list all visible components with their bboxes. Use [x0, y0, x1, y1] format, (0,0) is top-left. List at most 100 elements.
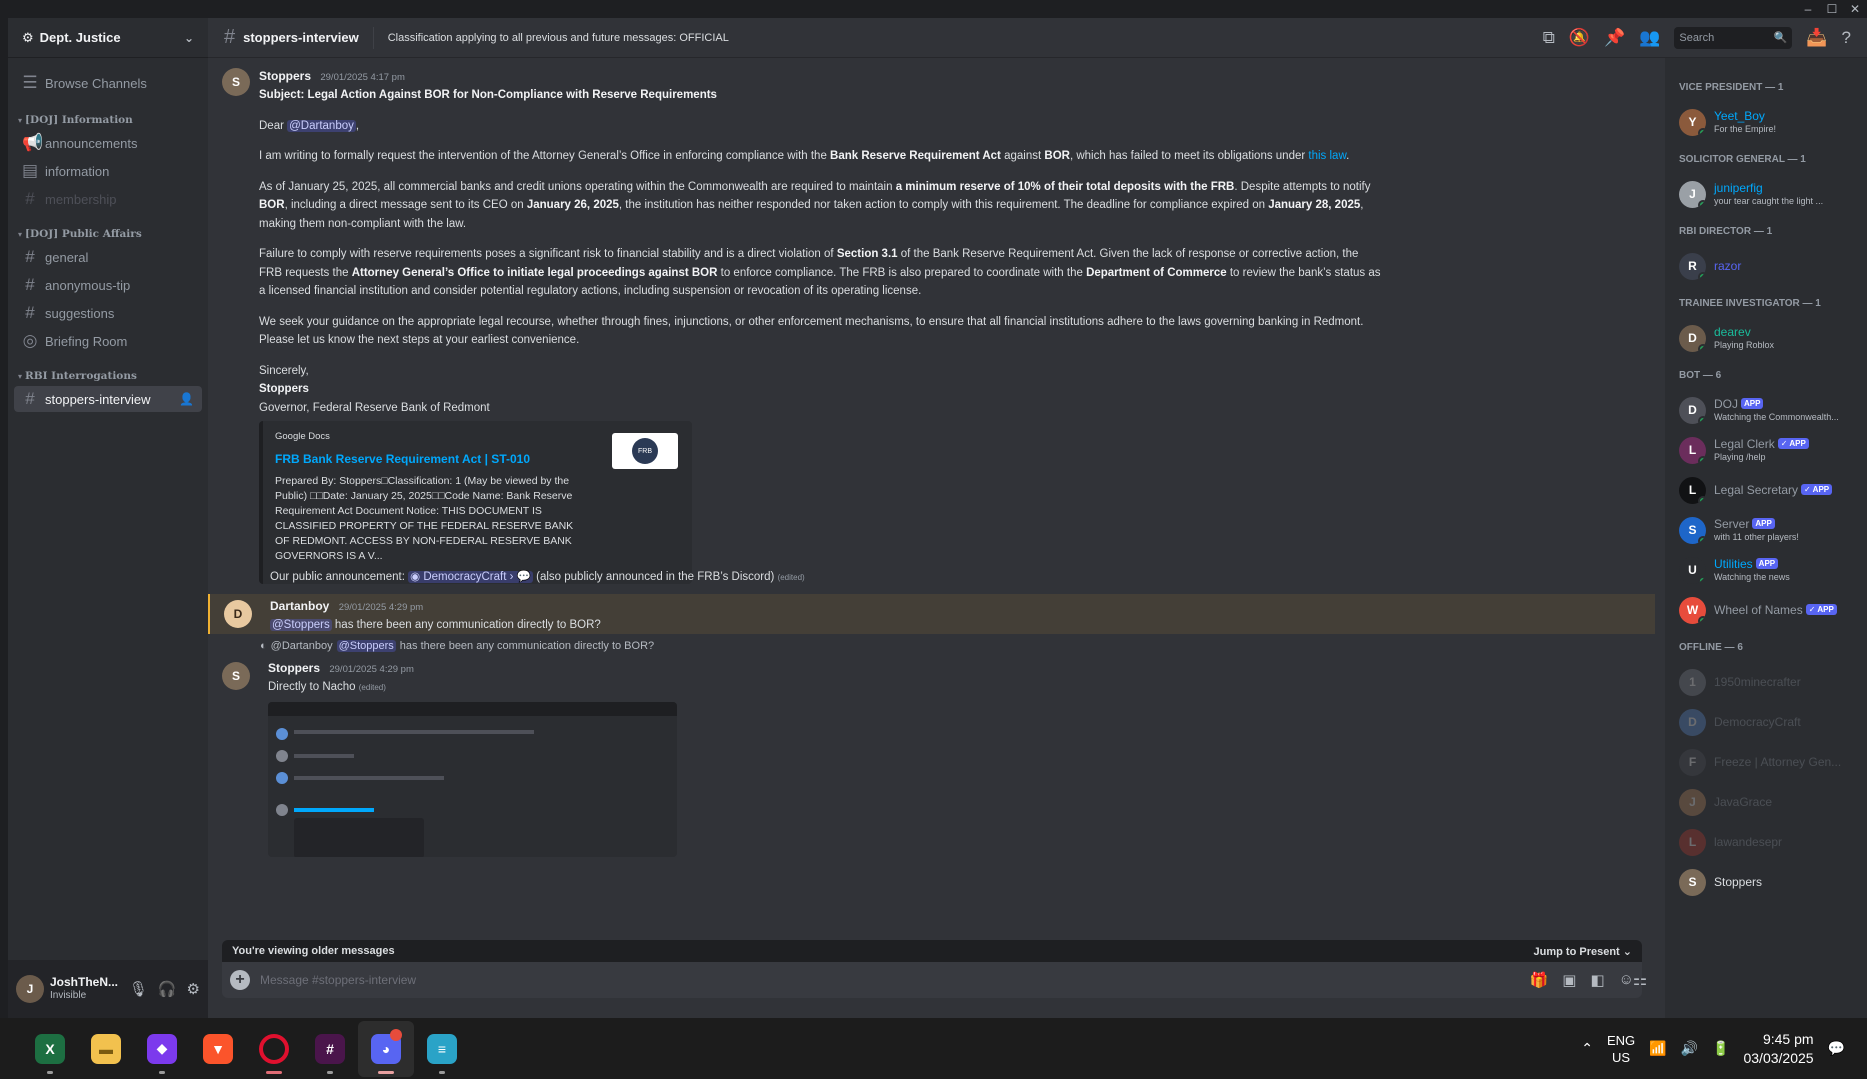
author-name[interactable]: Dartanboy: [270, 599, 329, 613]
battery-icon[interactable]: 🔋: [1712, 1040, 1729, 1057]
taskbar-file-explorer[interactable]: ▬: [78, 1021, 134, 1077]
member-list: VICE PRESIDENT — 1 Y Yeet_Boy For the Empir…: [1665, 58, 1867, 1018]
screenshot-attachment[interactable]: [268, 701, 677, 857]
threads-icon[interactable]: ⧉: [1543, 28, 1555, 48]
member-item[interactable]: L Legal Clerk ✓ APP Playing /help: [1665, 430, 1867, 470]
message-closing: Sincerely,: [259, 364, 309, 377]
channel-stoppers-interview[interactable]: # stoppers-interview 👤: [14, 386, 202, 412]
avatar[interactable]: D: [224, 600, 252, 628]
embed-thumbnail[interactable]: FRB: [612, 433, 678, 469]
member-item[interactable]: S Server APP with 11 other players!: [1665, 510, 1867, 550]
avatar[interactable]: S: [222, 662, 250, 690]
taskbar-slack[interactable]: #: [302, 1021, 358, 1077]
notifications-icon[interactable]: 💬: [1828, 1040, 1845, 1057]
channel-announcements[interactable]: 📢 announcements: [14, 130, 202, 156]
message: Our public announcement: ◉ DemocracyCraf…: [208, 566, 1655, 588]
close-button[interactable]: ✕: [1845, 1, 1865, 17]
member-item[interactable]: S Stoppers: [1665, 862, 1867, 902]
channel-link[interactable]: ◉ DemocracyCraft › 💬: [408, 571, 533, 583]
browse-channels[interactable]: ☰ Browse Channels: [14, 68, 202, 98]
gif-icon[interactable]: ▣: [1562, 971, 1576, 989]
member-group-heading: TRAINEE INVESTIGATOR — 1: [1679, 298, 1821, 309]
running-indicator: [327, 1070, 333, 1074]
notification-bell-icon[interactable]: 🔕: [1569, 28, 1590, 48]
jump-to-present-button[interactable]: Jump to Present ⌄: [1534, 945, 1632, 958]
headphones-icon[interactable]: 🎧: [158, 980, 177, 998]
member-list-icon[interactable]: 👥: [1639, 28, 1660, 48]
signature-name: Stoppers: [259, 383, 309, 395]
chat-icon: › 💬: [506, 571, 531, 583]
minimize-button[interactable]: –: [1798, 1, 1818, 17]
channel-general[interactable]: # general: [14, 244, 202, 270]
search-input[interactable]: Search 🔍: [1674, 26, 1793, 49]
screenshot-avatar: [276, 727, 288, 740]
member-item[interactable]: Ddearev Playing Roblox: [1665, 318, 1867, 358]
gift-icon[interactable]: 🎁: [1530, 971, 1549, 989]
app-launcher-icon[interactable]: ⚏: [1625, 962, 1655, 998]
clock[interactable]: 9:45 pm 03/03/2025: [1743, 1030, 1813, 1068]
user-mention[interactable]: @Stoppers: [336, 640, 396, 652]
channel-anonymous-tip[interactable]: # anonymous-tip: [14, 272, 202, 298]
member-item[interactable]: 1 1950minecrafter: [1665, 662, 1867, 702]
law-link[interactable]: this law: [1308, 150, 1346, 162]
category-doj-information[interactable]: ▾ [DOJ] Information: [8, 112, 208, 128]
taskbar-database[interactable]: ≡: [414, 1021, 470, 1077]
text: Failure to comply with reserve requireme…: [259, 248, 837, 260]
member-group-heading: RBI DIRECTOR — 1: [1679, 226, 1773, 237]
member-item[interactable]: L Legal Secretary ✓ APP: [1665, 470, 1867, 510]
category-doj-public-affairs[interactable]: ▾ [DOJ] Public Affairs: [8, 226, 208, 242]
sticker-icon[interactable]: ◧: [1590, 971, 1604, 989]
language-indicator[interactable]: ENG US: [1607, 1032, 1635, 1066]
user-names[interactable]: JoshTheN... Invisible: [50, 975, 118, 1003]
member-item[interactable]: F Freeze | Attorney Gen...: [1665, 742, 1867, 782]
hash-icon: #: [25, 247, 35, 266]
text: ,: [355, 119, 360, 132]
user-mention[interactable]: @Dartanboy: [287, 119, 356, 132]
avatar[interactable]: S: [222, 68, 250, 96]
channel-suggestions[interactable]: # suggestions: [14, 300, 202, 326]
taskbar-brave[interactable]: ▼: [190, 1021, 246, 1077]
member-item[interactable]: J JavaGrace: [1665, 782, 1867, 822]
add-member-icon[interactable]: 👤: [179, 392, 194, 406]
taskbar-opera[interactable]: [246, 1021, 302, 1077]
chevron-down-icon[interactable]: ⌄: [184, 31, 194, 45]
member-item[interactable]: D DOJ APP Watching the Commonwealth...: [1665, 390, 1867, 430]
member-group-heading: VICE PRESIDENT — 1: [1679, 82, 1784, 93]
member-item[interactable]: Y Yeet_Boy For the Empire!: [1665, 102, 1867, 142]
author-name[interactable]: Stoppers: [259, 69, 311, 83]
pin-icon[interactable]: 📌: [1604, 28, 1625, 48]
member-item[interactable]: D DemocracyCraft: [1665, 702, 1867, 742]
avatar[interactable]: J: [16, 975, 44, 1003]
help-icon[interactable]: ?: [1842, 28, 1851, 48]
channel-topic[interactable]: Classification applying to all previous …: [388, 32, 729, 44]
wifi-icon[interactable]: 📶: [1649, 1040, 1666, 1057]
gear-icon[interactable]: ⚙: [187, 980, 200, 998]
message-text: Our public announcement: ◉ DemocracyCraf…: [270, 568, 805, 588]
member-item[interactable]: Jjuniperfig your tear caught the light ..…: [1665, 174, 1867, 214]
message-input[interactable]: Message #stoppers-interview: [260, 973, 1520, 987]
bold-text: Bank Reserve Requirement Act: [830, 150, 1001, 162]
member-item[interactable]: Rrazor: [1665, 246, 1867, 286]
channel-information[interactable]: ▤ information: [14, 158, 202, 184]
chevron-up-icon[interactable]: ⌃: [1581, 1040, 1593, 1057]
taskbar-excel[interactable]: X: [22, 1021, 78, 1077]
member-item[interactable]: Llawandesepr: [1665, 822, 1867, 862]
taskbar-obsidian[interactable]: ◆: [134, 1021, 190, 1077]
timestamp: 29/01/2025 4:29 pm: [338, 602, 424, 613]
attach-plus-button[interactable]: +: [230, 970, 250, 990]
server-header[interactable]: ⚙ Dept. Justice ⌄: [8, 18, 208, 58]
channel-briefing-room[interactable]: ◎ Briefing Room: [14, 328, 202, 354]
inbox-icon[interactable]: 📥: [1806, 28, 1827, 48]
taskbar-discord[interactable]: ◕: [358, 1020, 414, 1077]
running-indicator: [266, 1070, 282, 1074]
channel-membership[interactable]: # membership: [14, 186, 202, 212]
volume-icon[interactable]: 🔊: [1681, 1040, 1698, 1057]
reply-preview[interactable]: ◐ @Dartanboy @Stoppers has there been an…: [260, 640, 654, 652]
category-rbi-interrogations[interactable]: ▾ RBI Interrogations: [8, 368, 208, 384]
member-item[interactable]: W Wheel of Names ✓ APP: [1665, 590, 1867, 630]
author-name[interactable]: Stoppers: [268, 661, 320, 675]
user-mention[interactable]: @Stoppers: [270, 619, 332, 631]
maximize-button[interactable]: ☐: [1822, 1, 1842, 17]
member-item[interactable]: U Utilities APP Watching the news: [1665, 550, 1867, 590]
microphone-icon[interactable]: 🎙: [129, 980, 148, 998]
